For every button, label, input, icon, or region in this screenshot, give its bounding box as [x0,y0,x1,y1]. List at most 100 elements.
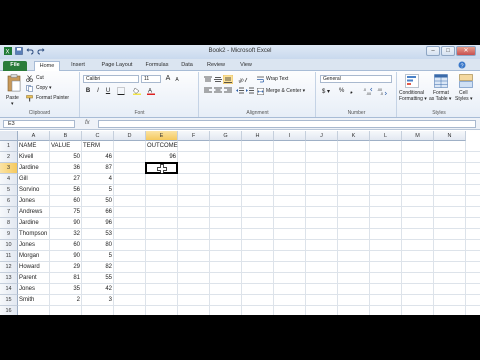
cell-b2[interactable]: 50 [50,152,82,163]
borders-icon[interactable] [117,87,127,95]
column-header-h[interactable]: H [242,131,274,141]
align-top-icon[interactable] [204,76,212,83]
cell-a8[interactable]: Jardine [18,218,50,229]
tab-insert[interactable]: Insert [66,61,90,71]
cell-styles-button[interactable]: Cell Styles ▾ [454,73,478,107]
merge-center-button[interactable]: Merge & Center ▾ [257,87,315,96]
close-button[interactable]: ✕ [456,46,476,56]
column-header-l[interactable]: L [370,131,402,141]
cell-c10[interactable]: 80 [82,240,114,251]
font-color-icon[interactable]: A [147,87,157,95]
cell-c12[interactable]: 82 [82,262,114,273]
cell-c1[interactable]: TERM [82,141,114,152]
column-header-i[interactable]: I [274,131,306,141]
cell-c4[interactable]: 4 [82,174,114,185]
cell-b11[interactable]: 90 [50,251,82,262]
cell-b14[interactable]: 35 [50,284,82,295]
tab-review[interactable]: Review [203,61,229,71]
cell-c8[interactable]: 96 [82,218,114,229]
row-header-10[interactable]: 10 [0,240,18,251]
cell-a3[interactable]: Jardine [18,163,50,174]
cut-button[interactable]: Cut [26,74,76,83]
row-header-9[interactable]: 9 [0,229,18,240]
number-format-select[interactable]: General [320,75,392,83]
cell-b15[interactable]: 2 [50,295,82,306]
increase-decimal-icon[interactable]: .0.00 [363,87,374,95]
cell-b5[interactable]: 56 [50,185,82,196]
row-header-3[interactable]: 3 [0,163,18,174]
column-header-n[interactable]: N [434,131,466,141]
font-name-select[interactable]: Calibri [83,75,139,83]
column-header-j[interactable]: J [306,131,338,141]
shrink-font-button[interactable]: A [173,76,181,84]
column-header-a[interactable]: A [18,131,50,141]
row-header-14[interactable]: 14 [0,284,18,295]
row-header-8[interactable]: 8 [0,218,18,229]
column-header-m[interactable]: M [402,131,434,141]
tab-formulas[interactable]: Formulas [142,61,172,71]
comma-button[interactable]: ❟ [350,87,353,95]
decrease-indent-icon[interactable] [236,87,244,94]
orientation-icon[interactable]: ab [238,76,248,83]
tab-file[interactable]: File [3,61,27,71]
row-header-13[interactable]: 13 [0,273,18,284]
row-header-1[interactable]: 1 [0,141,18,152]
cell-a12[interactable]: Howard [18,262,50,273]
worksheet-grid[interactable]: A B C D E F G H I J K L M N 1 NAME VALUE TERM OUTCOME 2 Kive… [0,131,480,315]
cell-b3[interactable]: 36 [50,163,82,174]
column-header-g[interactable]: G [210,131,242,141]
cell-a15[interactable]: Smith [18,295,50,306]
maximize-button[interactable]: □ [441,46,455,56]
cell-c13[interactable]: 55 [82,273,114,284]
formula-input[interactable] [98,120,476,128]
conditional-formatting-button[interactable]: Conditional Formatting ▾ [399,73,427,107]
cell-a4[interactable]: Gill [18,174,50,185]
row-header-7[interactable]: 7 [0,207,18,218]
insert-function-icon[interactable]: fx [85,120,90,126]
column-header-f[interactable]: F [178,131,210,141]
font-size-select[interactable]: 11 [141,75,161,83]
row-header-5[interactable]: 5 [0,185,18,196]
cell-c3[interactable]: 87 [82,163,114,174]
row-header-4[interactable]: 4 [0,174,18,185]
cell-a10[interactable]: Jones [18,240,50,251]
column-header-k[interactable]: K [338,131,370,141]
cell-b4[interactable]: 27 [50,174,82,185]
tab-home[interactable]: Home [34,61,60,71]
cell-a2[interactable]: Kivell [18,152,50,163]
column-header-e[interactable]: E [146,131,178,141]
select-all-corner[interactable] [0,131,18,141]
cell-c14[interactable]: 42 [82,284,114,295]
cell-a11[interactable]: Morgan [18,251,50,262]
grow-font-button[interactable]: A [164,75,172,83]
cell-c7[interactable]: 66 [82,207,114,218]
align-bottom-icon[interactable] [223,75,233,84]
cell-c5[interactable]: 5 [82,185,114,196]
currency-button[interactable]: $ ▾ [322,88,330,95]
tab-view[interactable]: View [235,61,257,71]
align-middle-icon[interactable] [214,76,222,83]
cell-a13[interactable]: Parent [18,273,50,284]
copy-button[interactable]: Copy ▾ [26,84,76,93]
cell-b13[interactable]: 81 [50,273,82,284]
minimize-button[interactable]: – [426,46,440,56]
row-header-12[interactable]: 12 [0,262,18,273]
align-left-icon[interactable] [204,87,212,94]
cell-b6[interactable]: 60 [50,196,82,207]
italic-button[interactable]: I [94,87,102,95]
cell-a6[interactable]: Jones [18,196,50,207]
increase-indent-icon[interactable] [246,87,254,94]
decrease-decimal-icon[interactable]: .00.0 [377,87,388,95]
cell-c2[interactable]: 46 [82,152,114,163]
column-header-c[interactable]: C [82,131,114,141]
help-icon[interactable]: ? [458,61,466,69]
format-as-table-button[interactable]: Format as Table ▾ [429,73,453,107]
cell-a7[interactable]: Andrews [18,207,50,218]
column-header-d[interactable]: D [114,131,146,141]
paste-button[interactable]: Paste ▾ [4,74,24,108]
row-header-2[interactable]: 2 [0,152,18,163]
cell-b8[interactable]: 90 [50,218,82,229]
bold-button[interactable]: B [84,87,92,95]
cell-a9[interactable]: Thompson [18,229,50,240]
cell-a1[interactable]: NAME [18,141,50,152]
